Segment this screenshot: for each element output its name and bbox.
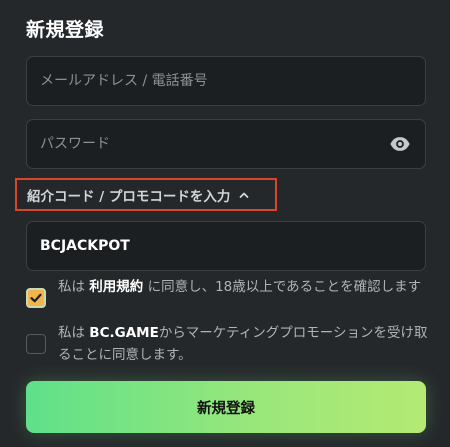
referral-code-field[interactable] [26, 221, 426, 271]
referral-code-toggle[interactable]: 紹介コード / プロモコードを入力 [15, 178, 277, 211]
register-submit-button[interactable]: 新規登録 [26, 381, 426, 433]
password-field[interactable] [26, 119, 426, 169]
eye-icon[interactable] [389, 133, 411, 155]
terms-suffix: に同意し、18歳以上であることを確認します [143, 279, 422, 295]
page-title: 新規登録 [26, 19, 105, 41]
registration-form: 新規登録 紹介コード / プロモコードを入力 [0, 0, 450, 447]
email-phone-field[interactable] [26, 56, 426, 106]
referral-code-toggle-label: 紹介コード / プロモコードを入力 [27, 188, 231, 205]
marketing-checkbox[interactable] [26, 334, 46, 354]
terms-prefix: 私は [58, 279, 90, 295]
marketing-text: 私は BC.GAMEからマーケティングプロモーションを受け取ることに同意します。 [58, 322, 428, 366]
terms-link[interactable]: 利用規約 [89, 279, 143, 295]
marketing-prefix: 私は [58, 325, 90, 341]
marketing-consent-row: 私は BC.GAMEからマーケティングプロモーションを受け取ることに同意します。 [26, 322, 428, 366]
terms-agreement-row: 私は 利用規約 に同意し、18歳以上であることを確認します [26, 276, 428, 308]
terms-checkbox[interactable] [26, 288, 46, 308]
chevron-up-icon [238, 189, 250, 201]
check-icon [30, 293, 42, 303]
marketing-brand: BC.GAME [89, 325, 159, 341]
password-input[interactable] [40, 136, 389, 152]
email-phone-input[interactable] [40, 73, 425, 89]
referral-code-input[interactable] [40, 238, 425, 254]
terms-text: 私は 利用規約 に同意し、18歳以上であることを確認します [58, 276, 428, 298]
